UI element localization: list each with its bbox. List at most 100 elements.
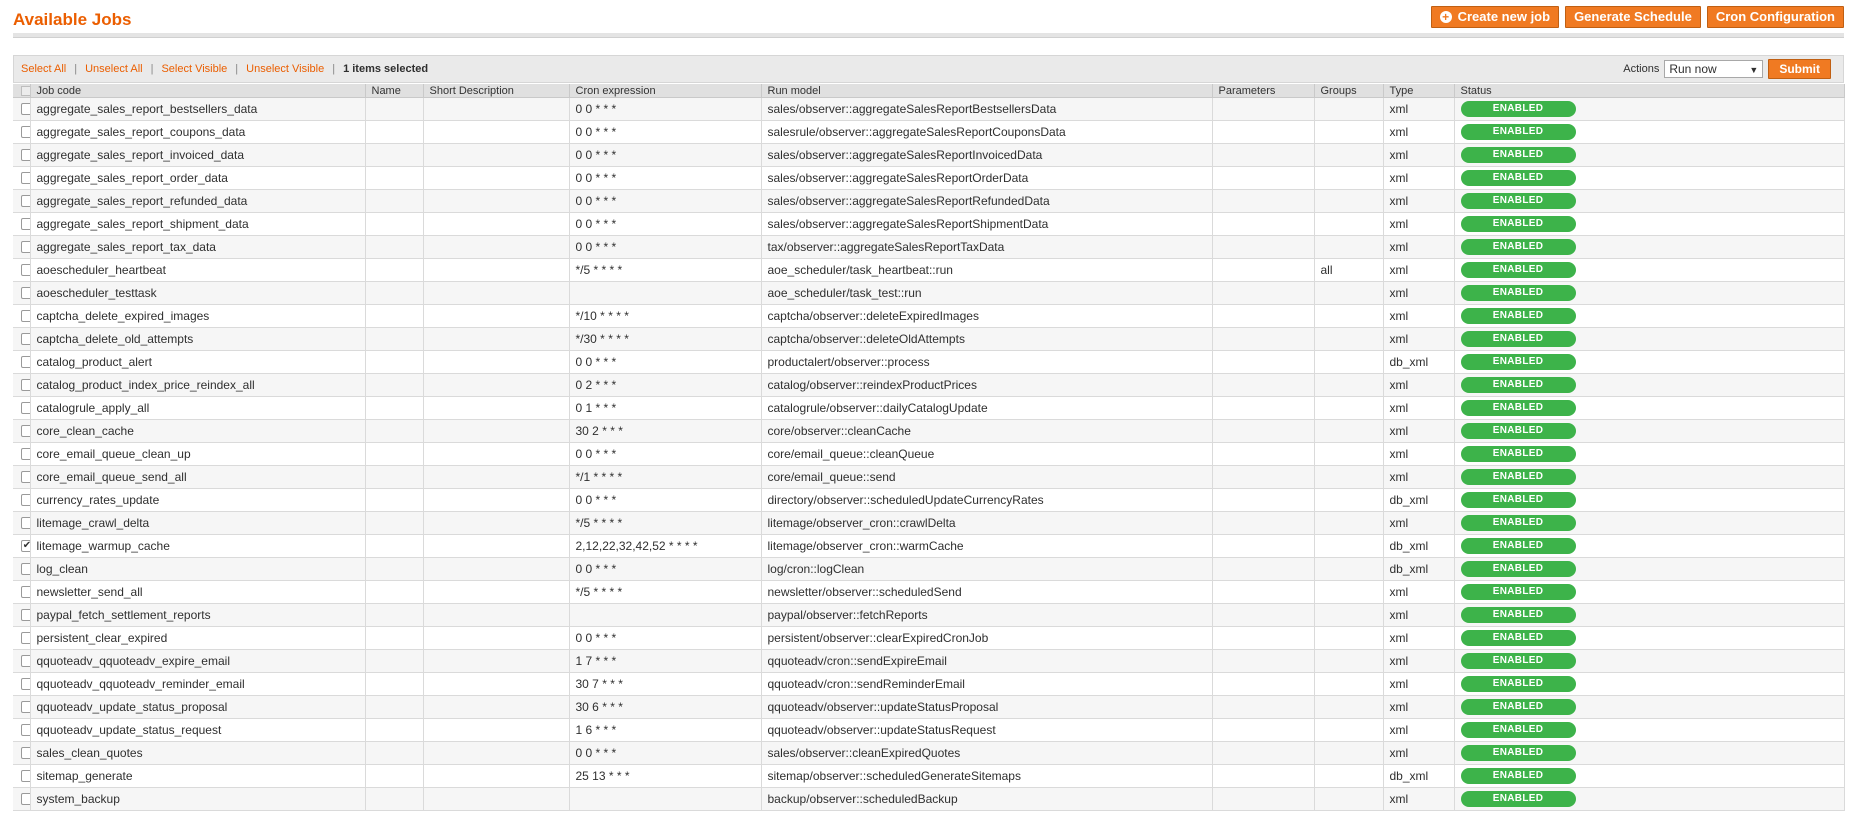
table-row[interactable]: catalogrule_apply_all 0 1 * * * catalogrul…: [13, 396, 1845, 420]
table-row[interactable]: sales_clean_quotes 0 0 * * * sales/observe…: [13, 741, 1845, 765]
row-checkbox[interactable]: [21, 241, 29, 253]
table-row[interactable]: aoescheduler_heartbeat */5 * * * * aoe_sch…: [13, 258, 1845, 282]
row-checkbox[interactable]: ✔: [21, 540, 29, 552]
groups-cell: [1314, 488, 1384, 512]
table-row[interactable]: catalog_product_alert 0 0 * * * productale…: [13, 350, 1845, 374]
short-description-cell: [423, 557, 570, 581]
table-row[interactable]: aggregate_sales_report_order_data 0 0 * *…: [13, 166, 1845, 190]
groups-cell: [1314, 97, 1384, 121]
row-checkbox-cell: [13, 235, 31, 259]
table-row[interactable]: core_email_queue_clean_up 0 0 * * * core/e…: [13, 442, 1845, 466]
unselect-visible-link[interactable]: Unselect Visible: [246, 63, 324, 75]
status-cell: ENABLED: [1454, 465, 1845, 489]
row-checkbox[interactable]: [21, 264, 29, 276]
run-model-cell: core/email_queue::cleanQueue: [761, 442, 1213, 466]
row-checkbox-cell: [13, 350, 31, 374]
row-checkbox[interactable]: [21, 425, 29, 437]
table-row[interactable]: persistent_clear_expired 0 0 * * * persist…: [13, 626, 1845, 650]
cron-configuration-button[interactable]: Cron Configuration: [1706, 6, 1844, 28]
job-code-cell: currency_rates_update: [30, 488, 366, 512]
row-checkbox-cell: [13, 419, 31, 443]
row-checkbox[interactable]: [21, 563, 29, 575]
column-header-type[interactable]: Type: [1383, 84, 1455, 98]
row-checkbox[interactable]: [21, 218, 29, 230]
row-checkbox[interactable]: [21, 678, 29, 690]
select-all-link[interactable]: Select All: [21, 63, 66, 75]
column-header-job-code[interactable]: Job code: [30, 84, 366, 98]
name-cell: [365, 235, 424, 259]
row-checkbox[interactable]: [21, 310, 29, 322]
table-row[interactable]: qquoteadv_qquoteadv_expire_email 1 7 * * …: [13, 649, 1845, 673]
select-visible-link[interactable]: Select Visible: [161, 63, 227, 75]
row-checkbox[interactable]: [21, 333, 29, 345]
groups-cell: [1314, 212, 1384, 236]
row-checkbox[interactable]: [21, 609, 29, 621]
column-header-parameters[interactable]: Parameters: [1212, 84, 1315, 98]
table-row[interactable]: core_email_queue_send_all */1 * * * * core…: [13, 465, 1845, 489]
row-checkbox[interactable]: [21, 356, 29, 368]
row-checkbox[interactable]: [21, 517, 29, 529]
type-cell: xml: [1383, 258, 1455, 282]
table-row[interactable]: qquoteadv_update_status_proposal 30 6 * *…: [13, 695, 1845, 719]
row-checkbox[interactable]: [21, 287, 29, 299]
row-checkbox[interactable]: [21, 494, 29, 506]
row-checkbox[interactable]: [21, 379, 29, 391]
table-row[interactable]: qquoteadv_update_status_request 1 6 * * *…: [13, 718, 1845, 742]
row-checkbox[interactable]: [21, 586, 29, 598]
column-header-status[interactable]: Status: [1454, 84, 1845, 98]
create-job-button[interactable]: + Create new job: [1430, 6, 1560, 28]
table-row[interactable]: aggregate_sales_report_invoiced_data 0 0 …: [13, 143, 1845, 167]
table-row[interactable]: ✔litemage_warmup_cache 2,12,22,32,42,52 *…: [13, 534, 1845, 558]
row-checkbox[interactable]: [21, 172, 29, 184]
table-row[interactable]: qquoteadv_qquoteadv_reminder_email 30 7 *…: [13, 672, 1845, 696]
column-header-name[interactable]: Name: [365, 84, 424, 98]
row-checkbox[interactable]: [21, 471, 29, 483]
column-header-short-description[interactable]: Short Description: [423, 84, 570, 98]
status-cell: ENABLED: [1454, 166, 1845, 190]
status-badge: ENABLED: [1460, 676, 1576, 692]
row-checkbox[interactable]: [21, 103, 29, 115]
cron-expression-cell: 25 13 * * *: [569, 764, 762, 788]
table-row[interactable]: aoescheduler_testtask aoe_scheduler/task_…: [13, 281, 1845, 305]
row-checkbox[interactable]: [21, 402, 29, 414]
table-row[interactable]: catalog_product_index_price_reindex_all 0…: [13, 373, 1845, 397]
row-checkbox[interactable]: [21, 448, 29, 460]
row-checkbox[interactable]: [21, 770, 29, 782]
generate-schedule-button[interactable]: Generate Schedule: [1565, 6, 1701, 28]
table-row[interactable]: aggregate_sales_report_bestsellers_data 0…: [13, 97, 1845, 121]
row-checkbox[interactable]: [21, 747, 29, 759]
row-checkbox[interactable]: [21, 195, 29, 207]
status-cell: ENABLED: [1454, 235, 1845, 259]
row-checkbox[interactable]: [21, 793, 29, 805]
table-row[interactable]: aggregate_sales_report_coupons_data 0 0 *…: [13, 120, 1845, 144]
column-header-groups[interactable]: Groups: [1314, 84, 1384, 98]
unselect-all-link[interactable]: Unselect All: [85, 63, 142, 75]
groups-cell: [1314, 603, 1384, 627]
table-row[interactable]: aggregate_sales_report_shipment_data 0 0 …: [13, 212, 1845, 236]
table-row[interactable]: aggregate_sales_report_refunded_data 0 0 …: [13, 189, 1845, 213]
row-checkbox[interactable]: [21, 655, 29, 667]
submit-button[interactable]: Submit: [1768, 59, 1831, 79]
table-row[interactable]: currency_rates_update 0 0 * * * directory/…: [13, 488, 1845, 512]
table-row[interactable]: sitemap_generate 25 13 * * * sitemap/obser…: [13, 764, 1845, 788]
column-header-run-model[interactable]: Run model: [761, 84, 1213, 98]
cron-expression-cell: 0 0 * * *: [569, 166, 762, 190]
table-row[interactable]: captcha_delete_old_attempts */30 * * * * c…: [13, 327, 1845, 351]
table-row[interactable]: system_backup backup/observer::scheduledB…: [13, 787, 1845, 811]
row-checkbox[interactable]: [21, 126, 29, 138]
status-badge: ENABLED: [1460, 354, 1576, 370]
table-row[interactable]: log_clean 0 0 * * * log/cron::logClean db_x…: [13, 557, 1845, 581]
row-checkbox[interactable]: [21, 701, 29, 713]
row-checkbox[interactable]: [21, 149, 29, 161]
row-checkbox[interactable]: [21, 632, 29, 644]
table-row[interactable]: core_clean_cache 30 2 * * * core/observer:…: [13, 419, 1845, 443]
table-row[interactable]: captcha_delete_expired_images */10 * * * …: [13, 304, 1845, 328]
table-row[interactable]: litemage_crawl_delta */5 * * * * litemage/…: [13, 511, 1845, 535]
table-row[interactable]: newsletter_send_all */5 * * * * newsletter…: [13, 580, 1845, 604]
row-checkbox[interactable]: [21, 724, 29, 736]
run-model-cell: salesrule/observer::aggregateSalesReport…: [761, 120, 1213, 144]
column-header-cron-expression[interactable]: Cron expression: [569, 84, 762, 98]
actions-select[interactable]: Run now ▼: [1664, 60, 1764, 78]
table-row[interactable]: aggregate_sales_report_tax_data 0 0 * * *…: [13, 235, 1845, 259]
table-row[interactable]: paypal_fetch_settlement_reports paypal/ob…: [13, 603, 1845, 627]
